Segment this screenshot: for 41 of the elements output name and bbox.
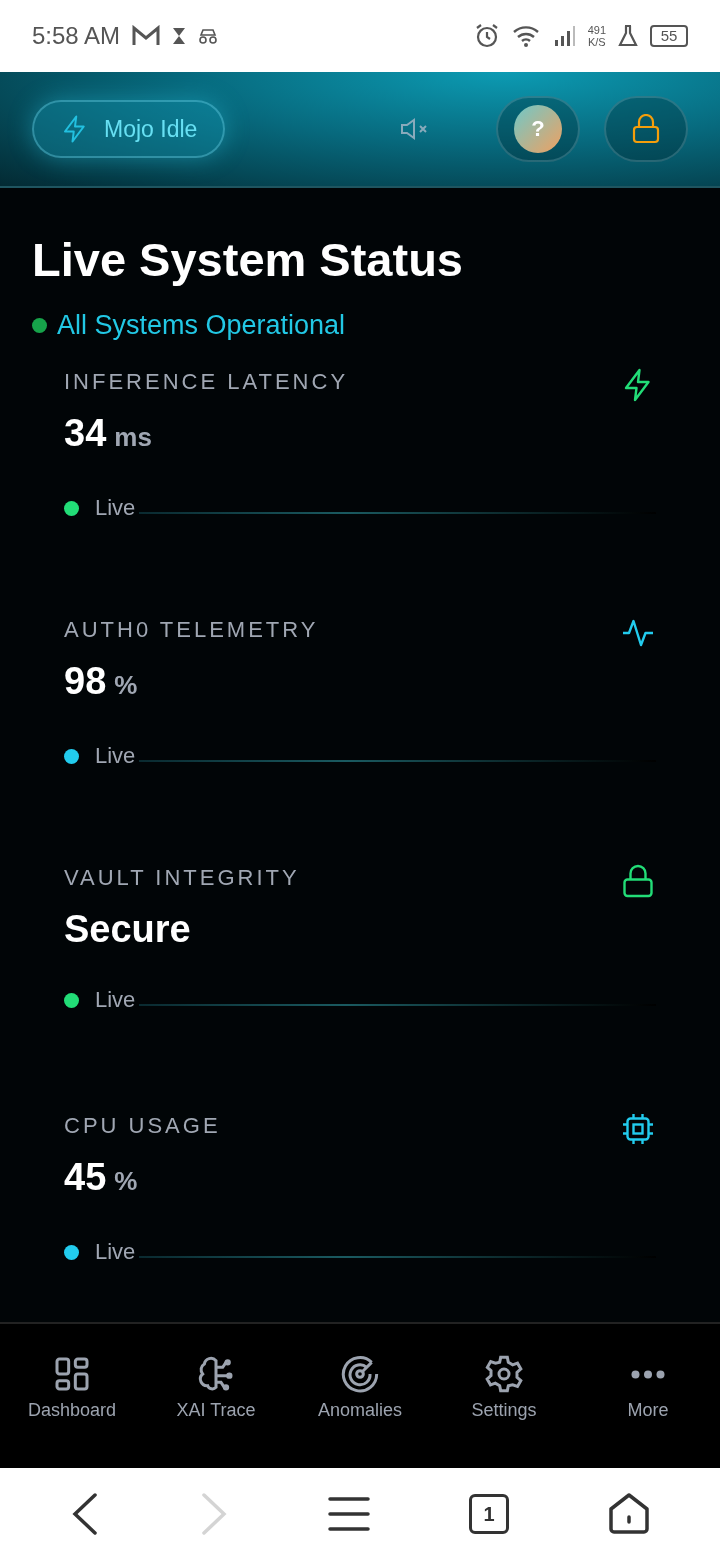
hourglass-icon	[172, 27, 187, 45]
radar-icon	[340, 1354, 380, 1394]
live-label: Live	[95, 743, 136, 769]
lock-icon	[632, 114, 660, 144]
metric-label: AUTH0 TELEMETRY	[64, 616, 319, 644]
nav-tab[interactable]: Dashboard	[0, 1354, 144, 1421]
metric-unit: ms	[114, 422, 152, 452]
metric-label: CPU USAGE	[64, 1112, 221, 1140]
menu-icon[interactable]	[327, 1496, 370, 1532]
flask-icon	[618, 25, 638, 47]
page-title: Live System Status	[32, 232, 464, 288]
tab-count-button[interactable]: 1	[469, 1494, 510, 1534]
net-speed-value: 491	[587, 24, 606, 36]
metric-unit: %	[114, 670, 138, 700]
chip-icon	[620, 1111, 656, 1147]
nav-tab[interactable]: XAI Trace	[144, 1354, 288, 1421]
nav-tab[interactable]: More	[576, 1354, 720, 1421]
mail-icon	[132, 25, 161, 47]
metric-value: 98	[64, 660, 107, 702]
incognito-icon	[198, 28, 219, 44]
metric-value: Secure	[64, 908, 191, 950]
metric-value: 45	[64, 1156, 107, 1198]
lock-icon	[620, 863, 656, 899]
mode-button[interactable]: Mojo Idle	[32, 100, 226, 158]
battery-indicator: 55	[650, 25, 688, 47]
settings-icon	[484, 1354, 524, 1394]
home-icon[interactable]	[608, 1493, 651, 1535]
live-label: Live	[95, 987, 136, 1013]
nav-tab[interactable]: Anomalies	[288, 1354, 432, 1421]
more-icon	[631, 1369, 665, 1379]
metric-label: VAULT INTEGRITY	[64, 864, 300, 892]
metric-value: 34	[64, 412, 107, 454]
signal-icon	[553, 25, 576, 47]
metric-unit: %	[114, 1166, 138, 1196]
system-status-text: All Systems Operational	[57, 310, 346, 341]
nav-tab[interactable]: Settings	[432, 1354, 576, 1421]
metric-label: INFERENCE LATENCY	[64, 368, 349, 396]
status-time: 5:58 AM	[32, 22, 121, 50]
live-label: Live	[95, 1239, 136, 1265]
live-label: Live	[95, 495, 136, 521]
net-speed-unit: K/S	[587, 36, 606, 48]
